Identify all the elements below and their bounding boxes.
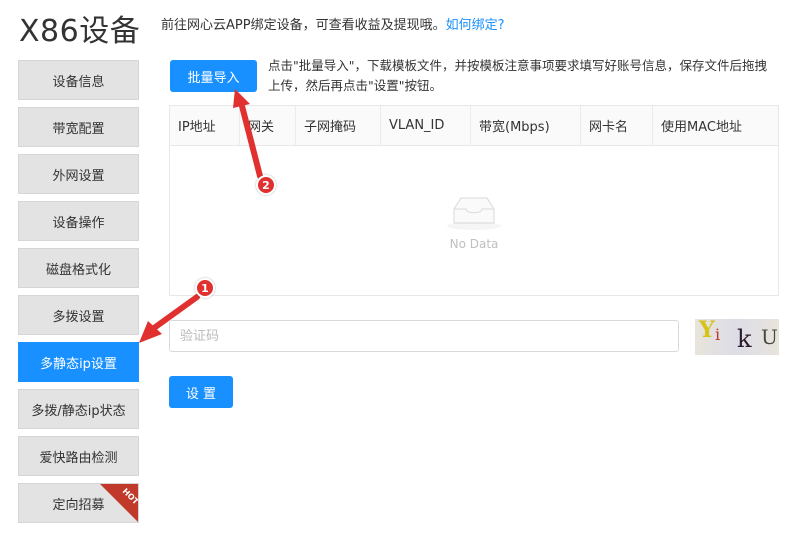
captcha-input[interactable] [169, 320, 679, 352]
sidebar-item-label: 设备信息 [52, 74, 105, 90]
ip-table: IP地址 网关 子网掩码 VLAN_ID 带宽(Mbps) 网卡名 使用MAC地… [169, 105, 779, 296]
column-header: 使用MAC地址 [661, 120, 742, 135]
captcha-char: U [761, 325, 778, 349]
sidebar-item-ikuai-check[interactable]: 爱快路由检测 [18, 436, 139, 476]
annotation-marker-1: 1 [195, 278, 215, 298]
hot-badge-text: HOT [120, 486, 138, 507]
how-to-bind-link[interactable]: 如何绑定? [446, 18, 505, 33]
batch-import-button[interactable]: 批量导入 [170, 60, 257, 92]
sidebar-item-label: 外网设置 [52, 168, 105, 184]
captcha-image[interactable]: Y i k U [695, 319, 779, 355]
settings-button[interactable]: 设 置 [169, 376, 233, 408]
sidebar-item-label: 定向招募 [52, 497, 105, 513]
sidebar-item-label: 磁盘格式化 [45, 262, 111, 278]
column-header: 子网掩码 [296, 106, 381, 145]
bind-notice-text: 前往网心云APP绑定设备，可查看收益及提现哦。 [161, 18, 446, 33]
captcha-char: i [715, 325, 721, 344]
empty-text: No Data [449, 236, 499, 251]
sidebar-item-label: 设备操作 [52, 215, 105, 231]
sidebar-item-wan-settings[interactable]: 外网设置 [18, 154, 139, 194]
annotation-marker-2: 2 [256, 175, 276, 195]
sidebar-item-disk-format[interactable]: 磁盘格式化 [18, 248, 139, 288]
column-header: 网关 [240, 106, 296, 145]
sidebar: 设备信息 带宽配置 外网设置 设备操作 磁盘格式化 多拨设置 多静态ip设置 多… [18, 60, 139, 530]
batch-import-instruction: 点击"批量导入"，下载模板文件，并按模板注意事项要求填写好账号信息，保存文件后拖… [268, 58, 768, 93]
empty-inbox-icon [447, 197, 501, 230]
page-title: X86设备 [19, 14, 141, 49]
sidebar-item-multi-dial[interactable]: 多拨设置 [18, 295, 139, 335]
annotation-arrowhead-1 [139, 321, 162, 343]
sidebar-item-multi-static-ip[interactable]: 多静态ip设置 [18, 342, 139, 382]
hot-badge: HOT [100, 484, 138, 522]
captcha-char: k [737, 325, 752, 353]
sidebar-item-bandwidth-config[interactable]: 带宽配置 [18, 107, 139, 147]
sidebar-item-label: 多静态ip设置 [40, 356, 117, 372]
sidebar-item-label: 带宽配置 [52, 121, 105, 137]
bind-notice: 前往网心云APP绑定设备，可查看收益及提现哦。如何绑定? [161, 14, 504, 33]
column-header: VLAN_ID [381, 106, 471, 145]
sidebar-item-device-operation[interactable]: 设备操作 [18, 201, 139, 241]
empty-state: No Data [170, 146, 778, 295]
sidebar-item-label: 爱快路由检测 [39, 450, 118, 466]
table-header: IP地址 网关 子网掩码 VLAN_ID 带宽(Mbps) 网卡名 使用MAC地… [170, 106, 778, 146]
column-header: 网卡名 [581, 106, 653, 145]
sidebar-item-targeted-recruit[interactable]: 定向招募 HOT [18, 483, 139, 523]
column-header: IP地址 [170, 106, 240, 145]
column-header: 带宽(Mbps) [471, 106, 581, 145]
sidebar-item-device-info[interactable]: 设备信息 [18, 60, 139, 100]
sidebar-item-label: 多拨设置 [52, 309, 105, 325]
captcha-char: Y [699, 319, 715, 343]
sidebar-item-dial-ip-status[interactable]: 多拨/静态ip状态 [18, 389, 139, 429]
sidebar-item-label: 多拨/静态ip状态 [31, 403, 126, 419]
